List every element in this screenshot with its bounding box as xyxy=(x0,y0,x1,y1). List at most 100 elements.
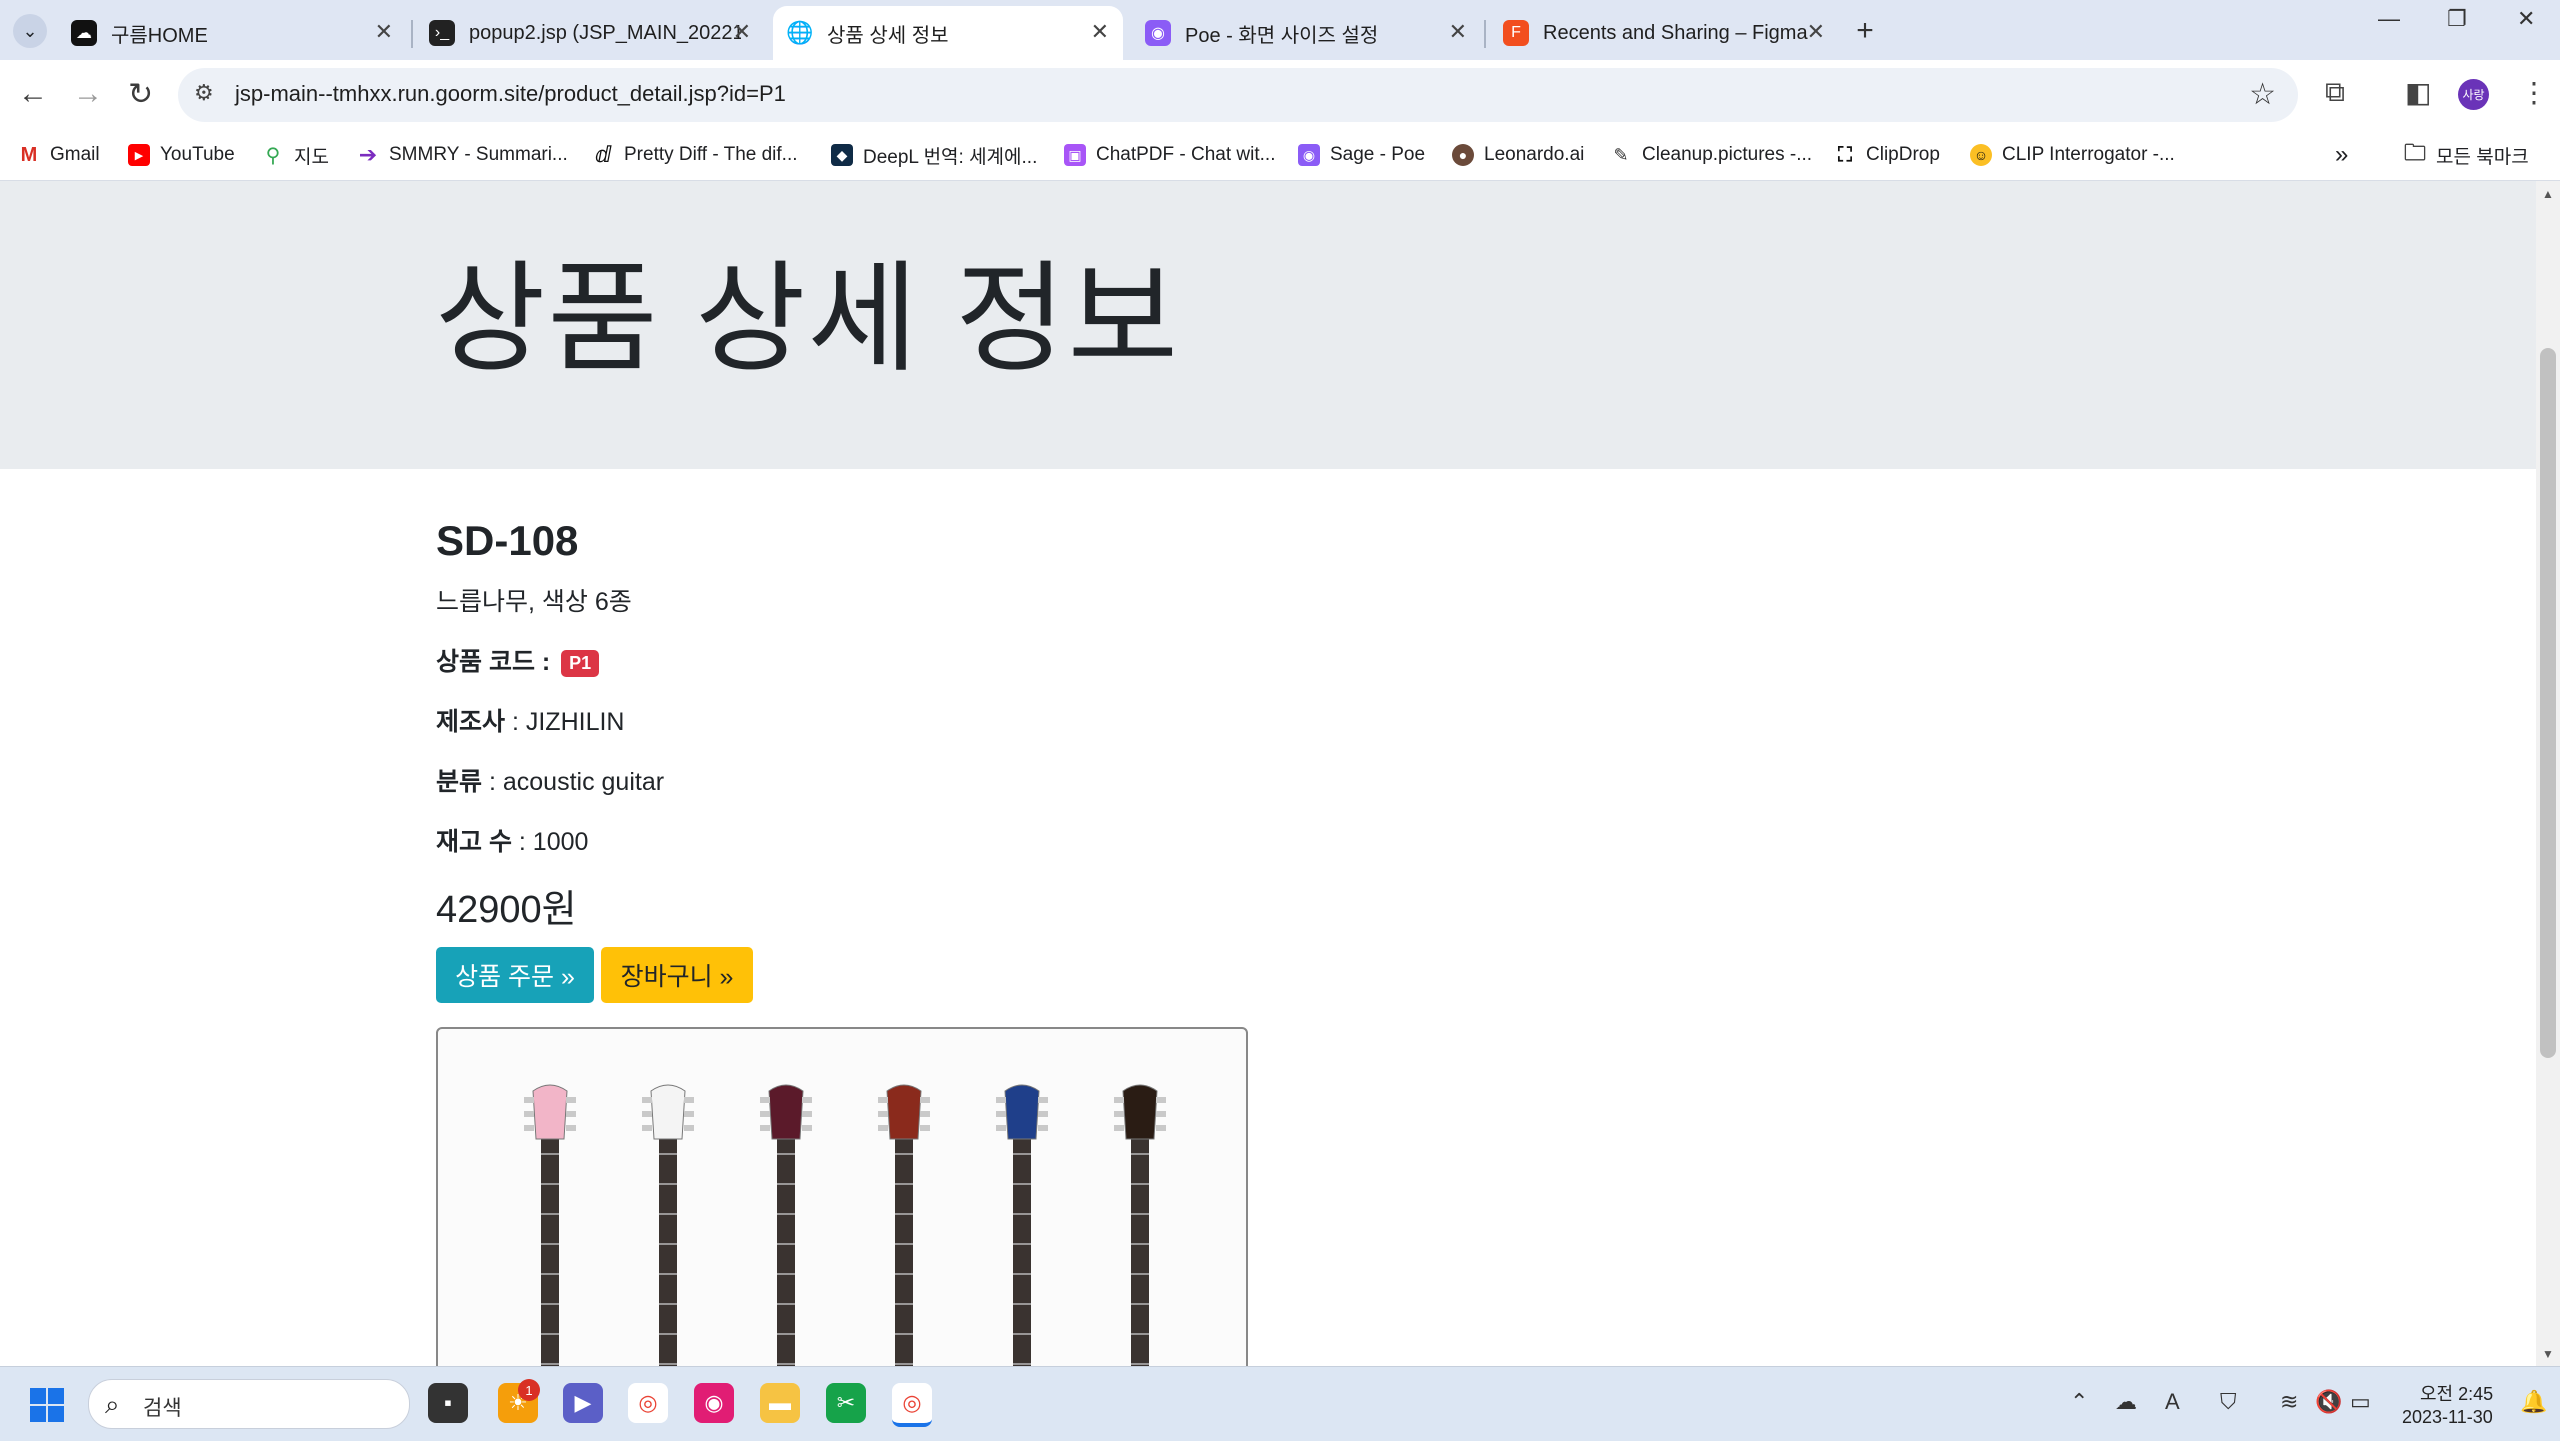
bookmark-smmry[interactable]: ➔ SMMRY - Summari... xyxy=(357,138,568,172)
product-name: SD-108 xyxy=(436,517,579,564)
bookmark-clipdrop[interactable]: ⛶ ClipDrop xyxy=(1834,138,1940,172)
close-icon[interactable]: ✕ xyxy=(1091,19,1109,45)
bookmark-clip-interrogator[interactable]: ☺ CLIP Interrogator -... xyxy=(1970,138,2175,172)
forward-button[interactable]: → xyxy=(73,77,103,111)
file-explorer-icon[interactable]: ▬ xyxy=(760,1383,800,1423)
back-button[interactable]: ← xyxy=(18,77,48,111)
category-row: 분류 : acoustic guitar xyxy=(436,762,664,798)
stock-value: : 1000 xyxy=(511,828,589,856)
clock-date[interactable]: 2023-11-30 xyxy=(2402,1407,2493,1428)
battery-icon[interactable]: ▭ xyxy=(2350,1389,2371,1415)
close-icon[interactable]: ✕ xyxy=(1807,19,1825,45)
snipping-tool-icon[interactable]: ✂ xyxy=(826,1383,866,1423)
product-code-label: 상품 코드 : xyxy=(436,648,551,676)
product-image xyxy=(436,1027,1248,1366)
close-window-button[interactable]: ✕ xyxy=(2517,6,2535,32)
scrollbar-thumb[interactable] xyxy=(2540,348,2556,1058)
guitars-illustration xyxy=(524,1084,1166,1366)
add-to-cart-button[interactable]: 장바구니 » xyxy=(601,947,753,1003)
tab-figma[interactable]: F Recents and Sharing – Figma ✕ xyxy=(1489,6,1839,60)
product-price: 42900원 xyxy=(436,889,577,931)
status-badge: P1 xyxy=(561,649,600,677)
windows-logo-pane xyxy=(30,1388,46,1404)
speaker-muted-icon[interactable]: 🔇 xyxy=(2315,1389,2342,1415)
onedrive-icon[interactable]: ☁ xyxy=(2115,1389,2137,1415)
tab-search-button[interactable]: ⌄ xyxy=(13,14,47,48)
bookmark-deepl[interactable]: ◆ DeepL 번역: 세계에... xyxy=(831,138,1037,172)
close-icon[interactable]: ✕ xyxy=(733,19,751,45)
extensions-icon[interactable]: ⧉ xyxy=(2325,76,2345,109)
start-button[interactable] xyxy=(30,1388,64,1422)
all-bookmarks-button[interactable]: 🗀 모든 북마크 xyxy=(2404,138,2529,172)
bookmark-gmail[interactable]: M Gmail xyxy=(18,138,100,172)
url-text[interactable]: jsp-main--tmhxx.run.goorm.site/product_d… xyxy=(235,81,786,107)
folder-icon: 🗀 xyxy=(2404,140,2427,166)
input-method-icon[interactable]: A xyxy=(2165,1389,2180,1415)
reload-button[interactable]: ↻ xyxy=(128,77,153,112)
deepl-icon: ◆ xyxy=(831,144,853,166)
poe-logo-icon: ◉ xyxy=(1145,20,1171,46)
minimize-button[interactable]: — xyxy=(2378,6,2400,32)
task-view-icon[interactable]: ▪ xyxy=(428,1383,468,1423)
chrome-icon[interactable]: ◎ xyxy=(628,1383,668,1423)
guitar-5 xyxy=(996,1084,1048,1366)
taskbar-search[interactable]: ⌕ 검색 xyxy=(88,1379,410,1429)
tab-product-detail[interactable]: 🌐 상품 상세 정보 ✕ xyxy=(773,6,1123,60)
bookmark-chatpdf[interactable]: ▣ ChatPDF - Chat wit... xyxy=(1064,138,1276,172)
wifi-icon[interactable]: ≋ xyxy=(2280,1389,2298,1415)
bookmarks-bar: M Gmail ▶ YouTube ⚲ 지도 ➔ SMMRY - Summari… xyxy=(0,130,2560,181)
menu-kebab-icon[interactable]: ⋮ xyxy=(2520,76,2548,109)
manufacturer-label: 제조사 xyxy=(436,708,506,736)
poe-logo-icon: ◉ xyxy=(1298,144,1320,166)
more-bookmarks-button[interactable]: » xyxy=(2335,138,2348,172)
close-icon[interactable]: ✕ xyxy=(375,19,393,45)
leonardo-avatar-icon: ● xyxy=(1452,144,1474,166)
tab-goorm-home[interactable]: ☁ 구름HOME ✕ xyxy=(57,6,407,60)
scroll-up-arrow-icon[interactable]: ▲ xyxy=(2542,187,2554,201)
address-bar[interactable]: ⚙ jsp-main--tmhxx.run.goorm.site/product… xyxy=(178,68,2298,122)
clock-time[interactable]: 오전 2:45 xyxy=(2420,1380,2493,1406)
tab-popup2[interactable]: ›_ popup2.jsp (JSP_MAIN_20221( ✕ xyxy=(415,6,765,60)
figma-logo-icon: F xyxy=(1503,20,1529,46)
product-code-row: 상품 코드 : P1 xyxy=(436,642,600,678)
windows-logo-pane xyxy=(30,1406,46,1422)
manufacturer-row: 제조사 : JIZHILIN xyxy=(436,702,624,738)
bookmark-star-icon[interactable]: ☆ xyxy=(2249,77,2276,112)
bookmark-leonardo[interactable]: ● Leonardo.ai xyxy=(1452,138,1584,172)
close-icon[interactable]: ✕ xyxy=(1449,19,1467,45)
jumbotron: 상품 상세 정보 xyxy=(0,181,2536,469)
windows-taskbar: ⌕ 검색 ▪ ☀ 1 ▶ ◎ ◉ ▬ ✂ ◎ ⌃ ☁ A ⛉ ≋ 🔇 ▭ 오전 … xyxy=(0,1366,2560,1441)
clipdrop-icon: ⛶ xyxy=(1834,144,1856,166)
teams-icon[interactable]: ▶ xyxy=(563,1383,603,1423)
side-panel-icon[interactable]: ◧ xyxy=(2405,76,2431,109)
prettydiff-icon: ⅆ xyxy=(592,142,614,167)
chrome-profile-icon[interactable]: ◎ xyxy=(892,1383,932,1427)
scroll-down-arrow-icon[interactable]: ▼ xyxy=(2542,1347,2554,1361)
bookmark-cleanup[interactable]: ✎ Cleanup.pictures -... xyxy=(1610,138,1812,172)
bookmark-prettydiff[interactable]: ⅆ Pretty Diff - The dif... xyxy=(592,138,798,172)
chevron-down-icon: ⌄ xyxy=(22,20,38,41)
bookmark-youtube[interactable]: ▶ YouTube xyxy=(128,138,235,172)
chevron-up-icon[interactable]: ⌃ xyxy=(2070,1389,2088,1415)
globe-icon: 🌐 xyxy=(786,20,814,46)
bookmark-maps[interactable]: ⚲ 지도 xyxy=(262,138,329,172)
avatar[interactable]: 사랑 xyxy=(2458,79,2489,110)
bookmark-sage-poe[interactable]: ◉ Sage - Poe xyxy=(1298,138,1425,172)
tab-poe[interactable]: ◉ Poe - 화면 사이즈 설정 ✕ xyxy=(1131,6,1481,60)
creative-app-icon[interactable]: ◉ xyxy=(694,1383,734,1423)
goorm-logo-icon: ☁ xyxy=(71,20,97,46)
restore-button[interactable]: ❐ xyxy=(2447,6,2467,32)
youtube-icon: ▶ xyxy=(128,144,150,166)
page-scrollbar[interactable]: ▲ ▼ xyxy=(2536,181,2560,1366)
guitar-6 xyxy=(1114,1084,1166,1366)
site-info-icon[interactable]: ⚙ xyxy=(194,80,214,106)
order-button[interactable]: 상품 주문 » xyxy=(436,947,594,1003)
tab-divider xyxy=(411,20,413,48)
page-title: 상품 상세 정보 xyxy=(435,252,1181,386)
chatpdf-icon: ▣ xyxy=(1064,144,1086,166)
maps-pin-icon: ⚲ xyxy=(262,144,284,167)
browser-toolbar: ← → ↻ ⚙ jsp-main--tmhxx.run.goorm.site/p… xyxy=(0,60,2560,130)
notification-bell-icon[interactable]: 🔔 xyxy=(2520,1389,2547,1415)
new-tab-button[interactable]: + xyxy=(1847,13,1883,49)
shield-icon[interactable]: ⛉ xyxy=(2220,1389,2237,1415)
